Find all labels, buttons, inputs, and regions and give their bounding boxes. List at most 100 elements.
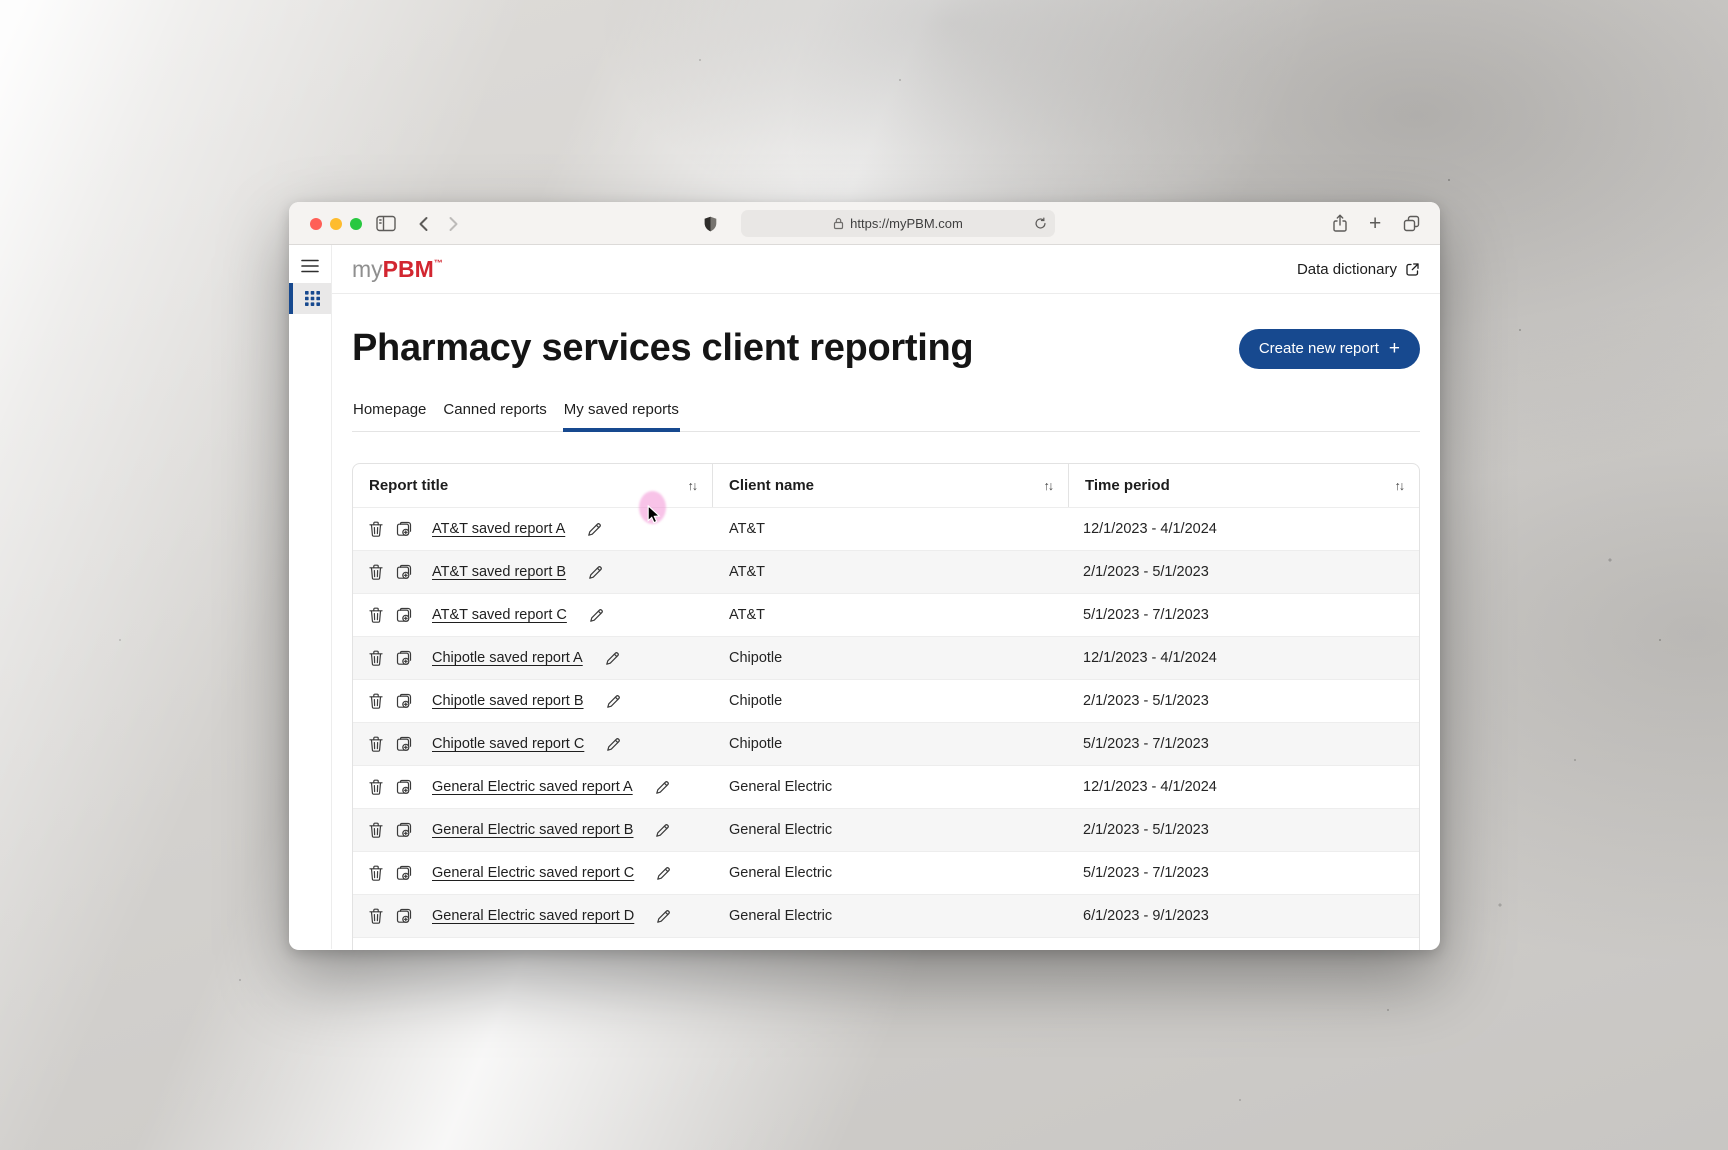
duplicate-report-icon[interactable] [396,736,412,752]
report-title-link[interactable]: AT&T saved report C [432,607,567,623]
report-title-link[interactable]: AT&T saved report A [432,521,565,537]
column-header-report-title[interactable]: Report title ↑↓ [353,464,712,507]
time-period-cell: 2/1/2023 - 5/1/2023 [1068,551,1419,593]
client-name-cell: General Electric [712,809,1068,851]
tab-overview-icon[interactable] [1403,202,1420,245]
grid-icon [305,291,320,306]
report-title-link[interactable]: Chipotle saved report C [432,736,584,752]
mypbm-logo: myPBM™ [352,256,443,283]
privacy-shield-icon[interactable] [703,202,718,245]
report-title-link[interactable]: AT&T saved report B [432,564,566,580]
report-title-link[interactable]: General Electric saved report C [432,865,634,881]
client-name-cell: AT&T [712,594,1068,636]
edit-title-icon[interactable] [656,909,671,924]
menu-icon[interactable] [289,259,331,273]
time-period-cell: 2/1/2023 - 5/1/2023 [1068,809,1419,851]
edit-title-icon[interactable] [655,780,670,795]
tab-homepage[interactable]: Homepage [352,394,427,432]
report-tabs: Homepage Canned reports My saved reports [352,394,1420,432]
sort-icon: ↑↓ [1044,479,1055,493]
delete-report-icon[interactable] [369,779,383,795]
forward-icon[interactable] [447,202,460,245]
tab-canned-reports[interactable]: Canned reports [442,394,547,432]
time-period-cell: 12/1/2023 - 4/1/2024 [1068,508,1419,550]
table-row: General Electric saved report D General … [353,894,1419,937]
time-period-cell: 12/1/2023 - 4/1/2024 [1068,637,1419,679]
edit-title-icon[interactable] [587,522,602,537]
delete-report-icon[interactable] [369,650,383,666]
table-row: Chipotle saved report B Chipotle 2/1/202… [353,679,1419,722]
duplicate-report-icon[interactable] [396,564,412,580]
time-period-cell: 6/1/2023 - 9/1/2023 [1068,895,1419,937]
duplicate-report-icon[interactable] [396,693,412,709]
plus-icon: + [1389,339,1400,358]
minimize-button[interactable] [330,218,342,230]
edit-title-icon[interactable] [606,737,621,752]
client-name-cell: Chipotle [712,723,1068,765]
time-period-cell: 12/1/2023 - 4/1/2024 [1068,766,1419,808]
client-name-cell: Chipotle [712,637,1068,679]
edit-title-icon[interactable] [655,823,670,838]
report-title-link[interactable]: General Electric saved report B [432,822,633,838]
create-new-report-label: Create new report [1259,340,1379,357]
duplicate-report-icon[interactable] [396,650,412,666]
fullscreen-button[interactable] [350,218,362,230]
duplicate-report-icon[interactable] [396,607,412,623]
report-title-link[interactable]: Chipotle saved report B [432,693,584,709]
delete-report-icon[interactable] [369,693,383,709]
duplicate-report-icon[interactable] [396,822,412,838]
data-dictionary-label: Data dictionary [1297,261,1397,278]
table-row: AT&T saved report C AT&T 5/1/2023 - 7/1/… [353,593,1419,636]
table-row: AT&T saved report B AT&T 2/1/2023 - 5/1/… [353,550,1419,593]
client-name-cell: AT&T [712,508,1068,550]
duplicate-report-icon[interactable] [396,779,412,795]
logo-prefix: my [352,256,383,283]
time-period-cell: 5/1/2023 - 7/1/2023 [1068,723,1419,765]
logo-brand: PBM [383,256,434,283]
column-header-client-name[interactable]: Client name ↑↓ [712,464,1068,507]
left-rail [289,245,332,949]
report-title-link[interactable]: General Electric saved report D [432,908,634,924]
share-icon[interactable] [1332,202,1348,245]
create-new-report-button[interactable]: Create new report + [1239,329,1420,369]
time-period-cell: 5/1/2023 - 7/1/2023 [1068,594,1419,636]
time-period-cell: 2/1/2023 - 5/1/2023 [1068,680,1419,722]
delete-report-icon[interactable] [369,521,383,537]
edit-title-icon[interactable] [589,608,604,623]
delete-report-icon[interactable] [369,736,383,752]
rail-item-reports[interactable] [289,283,331,314]
new-tab-icon[interactable]: + [1369,202,1381,245]
delete-report-icon[interactable] [369,607,383,623]
edit-title-icon[interactable] [605,651,620,666]
back-icon[interactable] [417,202,430,245]
column-header-time-period[interactable]: Time period ↑↓ [1068,464,1419,507]
data-dictionary-link[interactable]: Data dictionary [1297,261,1420,278]
main-content: Pharmacy services client reporting Creat… [332,294,1440,949]
close-button[interactable] [310,218,322,230]
duplicate-report-icon[interactable] [396,865,412,881]
saved-reports-table: Report title ↑↓ Client name ↑↓ Time peri… [352,463,1420,950]
report-title-link[interactable]: Chipotle saved report A [432,650,583,666]
delete-report-icon[interactable] [369,908,383,924]
delete-report-icon[interactable] [369,564,383,580]
url-text: https://myPBM.com [850,216,963,231]
report-title-link[interactable]: General Electric saved report A [432,779,633,795]
tab-my-saved-reports[interactable]: My saved reports [563,394,680,432]
edit-title-icon[interactable] [656,866,671,881]
reload-icon[interactable] [1034,217,1047,230]
table-row: General Electric saved report A General … [353,765,1419,808]
table-row: General Electric saved report C General … [353,851,1419,894]
edit-title-icon[interactable] [606,694,621,709]
sidebar-toggle-icon[interactable] [376,202,396,245]
table-body: AT&T saved report A AT&T 12/1/2023 - 4/1… [353,507,1419,937]
duplicate-report-icon[interactable] [396,521,412,537]
table-row-partial [353,937,1419,950]
delete-report-icon[interactable] [369,822,383,838]
delete-report-icon[interactable] [369,865,383,881]
page-title: Pharmacy services client reporting [352,327,973,370]
url-bar[interactable]: https://myPBM.com [741,210,1055,237]
edit-title-icon[interactable] [588,565,603,580]
duplicate-report-icon[interactable] [396,908,412,924]
time-period-cell: 5/1/2023 - 7/1/2023 [1068,852,1419,894]
table-header: Report title ↑↓ Client name ↑↓ Time peri… [353,464,1419,507]
